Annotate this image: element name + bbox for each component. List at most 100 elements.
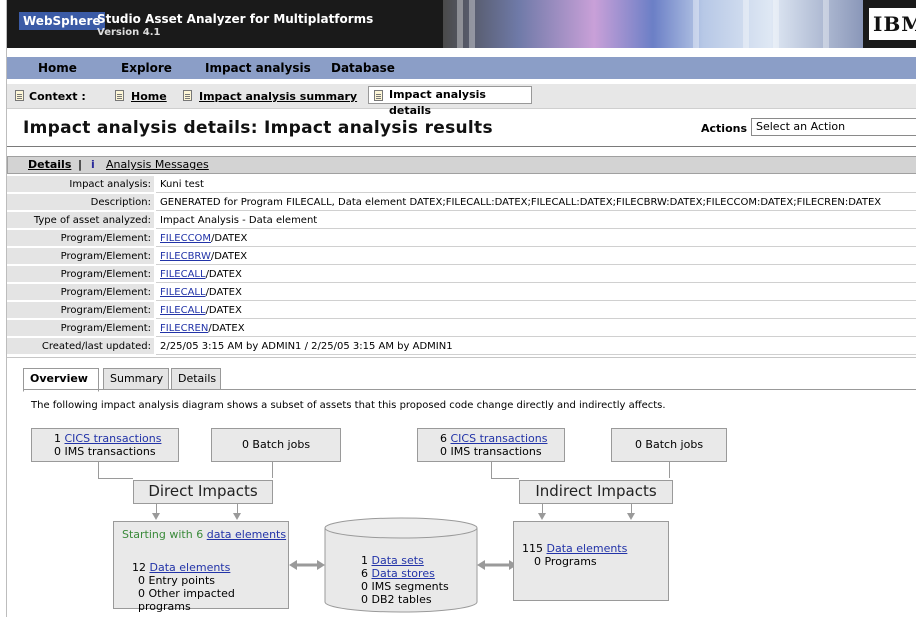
detail-row: Program/Element: FILECALL/DATEX [7, 266, 916, 284]
page-icon [115, 90, 124, 101]
details-header: Details | i Analysis Messages [7, 156, 916, 174]
divider [7, 146, 916, 147]
ims-segments: 0 IMS segments [361, 580, 449, 593]
main-nav: Home Explore Impact analysis Database [7, 57, 916, 79]
indirect-impacts-label: Indirect Impacts [519, 480, 673, 504]
direct-impacts-label: Direct Impacts [133, 480, 273, 504]
detail-value: FILECALL/DATEX [156, 302, 916, 319]
detail-key: Program/Element: [7, 284, 154, 301]
de-line: 12 Data elements [122, 561, 288, 574]
connector [491, 478, 519, 479]
other-programs: 0 Other impacted programs [138, 587, 235, 613]
detail-value: 2/25/05 3:15 AM by ADMIN1 / 2/25/05 3:15… [156, 338, 916, 355]
detail-row: Program/Element: FILECBRW/DATEX [7, 248, 916, 266]
data-sets-link[interactable]: Data sets [372, 554, 424, 567]
websphere-logo: WebSphere [19, 12, 105, 30]
intro-text: The following impact analysis diagram sh… [31, 400, 666, 411]
detail-row: Program/Element: FILECALL/DATEX [7, 302, 916, 320]
actions-label: Actions [701, 122, 747, 135]
cics-count: 1 [54, 432, 61, 445]
db2-tables: 0 DB2 tables [361, 593, 432, 606]
direct-data-elements-box: Starting with 6 data elements 12 Data el… [113, 521, 289, 613]
cics-line: 1 CICS transactions [54, 432, 178, 445]
detail-key: Program/Element: [7, 248, 154, 265]
product-version: Version 4.1 [97, 27, 161, 38]
program-link[interactable]: FILECBRW [160, 251, 211, 262]
data-elements-link[interactable]: Data elements [547, 542, 628, 555]
breadcrumb-impact-analysis-summary[interactable]: Impact analysis summary [199, 90, 357, 103]
entry-points: 0 Entry points [138, 574, 216, 587]
detail-value: FILECBRW/DATEX [156, 248, 916, 265]
element-name: /DATEX [211, 233, 248, 244]
details-table: Details | i Analysis Messages Impact ana… [7, 156, 916, 356]
nav-database[interactable]: Database [331, 57, 395, 79]
tab-summary[interactable]: Summary [103, 368, 169, 389]
ibm-logo: IBM [869, 8, 916, 40]
detail-key: Program/Element: [7, 230, 154, 247]
tab-details-link[interactable]: Details [28, 157, 71, 173]
detail-row: Impact analysis: Kuni test [7, 176, 916, 194]
detail-row: Program/Element: FILECREN/DATEX [7, 320, 916, 338]
product-banner: WebSphere Studio Asset Analyzer for Mult… [7, 0, 916, 48]
data-elements-link[interactable]: data elements [207, 528, 286, 541]
program-link[interactable]: FILECCOM [160, 233, 211, 244]
data-stores-link[interactable]: Data stores [372, 567, 435, 580]
analysis-messages-link[interactable]: Analysis Messages [106, 157, 209, 173]
stores-line: 6 Data stores [361, 567, 449, 580]
breadcrumb-current: Impact analysis details [368, 86, 532, 117]
data-store-contents: 1 Data sets 6 Data stores 0 IMS segments… [361, 554, 449, 606]
detail-value: FILECREN/DATEX [156, 320, 916, 337]
element-name: /DATEX [205, 269, 242, 280]
program-link[interactable]: FILECALL [160, 305, 206, 316]
detail-row: Program/Element: FILECALL/DATEX [7, 284, 916, 302]
connector [98, 478, 133, 479]
detail-row: Program/Element: FILECCOM/DATEX [7, 230, 916, 248]
program-link[interactable]: FILECALL [160, 287, 206, 298]
indirect-transactions-box: 6 CICS transactions 0 IMS transactions [417, 428, 565, 462]
direct-batch-box: 0 Batch jobs [211, 428, 341, 462]
breadcrumb-current-label: Impact analysis details [389, 88, 486, 117]
context-icon [15, 90, 24, 101]
info-icon: i [91, 158, 95, 171]
cics-count: 6 [440, 432, 447, 445]
detail-key: Created/last updated: [7, 338, 154, 355]
detail-key: Program/Element: [7, 266, 154, 283]
data-elements-link[interactable]: Data elements [150, 561, 231, 574]
arrow-down-icon [233, 513, 241, 520]
bidirectional-arrow-icon [477, 560, 517, 570]
tab-details[interactable]: Details [171, 368, 221, 389]
de-line: 115 Data elements [522, 542, 668, 555]
page: WebSphere Studio Asset Analyzer for Mult… [6, 0, 916, 617]
detail-value: FILECALL/DATEX [156, 284, 916, 301]
connector [98, 462, 99, 478]
de-count: 115 [522, 542, 543, 555]
detail-row: Created/last updated: 2/25/05 3:15 AM by… [7, 338, 916, 356]
banner-artwork [443, 0, 863, 48]
detail-row: Description: GENERATED for Program FILEC… [7, 194, 916, 212]
element-name: /DATEX [208, 323, 245, 334]
ims-transactions: 0 IMS transactions [440, 445, 542, 458]
nav-home[interactable]: Home [38, 57, 77, 79]
nav-explore[interactable]: Explore [121, 57, 172, 79]
nav-impact-analysis[interactable]: Impact analysis [205, 57, 311, 79]
product-title: Studio Asset Analyzer for Multiplatforms [97, 12, 374, 26]
detail-value: Impact Analysis - Data element [156, 212, 916, 229]
stores-count: 6 [361, 567, 368, 580]
breadcrumb-home[interactable]: Home [131, 90, 167, 103]
detail-value: GENERATED for Program FILECALL, Data ele… [156, 194, 916, 211]
ims-transactions: 0 IMS transactions [54, 445, 156, 458]
detail-key: Type of asset analyzed: [7, 212, 154, 229]
detail-value: FILECALL/DATEX [156, 266, 916, 283]
page-icon [183, 90, 192, 101]
detail-value: FILECCOM/DATEX [156, 230, 916, 247]
actions-select[interactable]: Select an Action [751, 118, 916, 136]
cics-transactions-link[interactable]: CICS transactions [65, 432, 162, 445]
starting-line: Starting with 6 data elements [122, 528, 288, 541]
cics-transactions-link[interactable]: CICS transactions [451, 432, 548, 445]
sets-line: 1 Data sets [361, 554, 449, 567]
connector [272, 462, 273, 478]
connector [491, 462, 492, 478]
program-link[interactable]: FILECREN [160, 323, 208, 334]
sets-count: 1 [361, 554, 368, 567]
program-link[interactable]: FILECALL [160, 269, 206, 280]
